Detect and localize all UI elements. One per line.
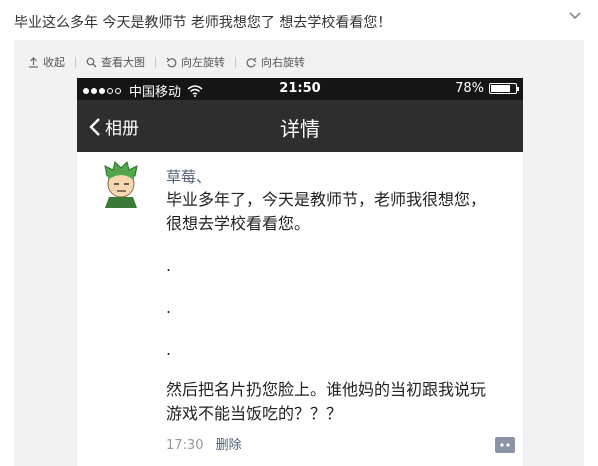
moment-text-line: . [166, 298, 172, 317]
page-title: 详情 [280, 117, 320, 141]
status-bar: 中国移动 21:50 78% [77, 78, 523, 100]
rotate-right-button[interactable]: 向右旋转 [246, 54, 305, 70]
rotate-left-icon [166, 57, 177, 67]
view-large-button[interactable]: 查看大图 [86, 54, 145, 70]
moment-text-line: 游戏不能当饭吃的？？？ [166, 404, 343, 423]
rotate-left-label: 向左旋转 [181, 56, 225, 69]
chevron-down-icon[interactable] [566, 6, 584, 24]
phone-screenshot: 中国移动 21:50 78% 相册 详情 草莓、 毕业多年了，今天是教师节，老师… [77, 78, 523, 466]
moment-text-line: 毕业多年了，今天是教师节，老师我很想您， [166, 190, 487, 209]
media-box: 收起 查看大图 向左旋转 向右旋转 中国移动 21:50 78% 相册 详情 草… [14, 40, 584, 466]
comment-icon[interactable] [495, 437, 515, 453]
moment-time: 17:30 [166, 438, 204, 453]
moment-text-line: 很想去学校看看您。 [166, 214, 311, 233]
battery-percent: 78% [455, 81, 484, 96]
delete-link[interactable]: 删除 [216, 438, 242, 453]
collapse-label: 收起 [43, 56, 65, 69]
rotate-right-label: 向右旋转 [261, 56, 305, 69]
collapse-button[interactable]: 收起 [28, 54, 65, 70]
magnifier-icon [86, 57, 97, 67]
toolbar-divider [75, 56, 76, 68]
moment-text-line: . [166, 340, 172, 359]
rotate-left-button[interactable]: 向左旋转 [166, 54, 225, 70]
nav-bar: 相册 详情 [77, 100, 523, 152]
moment-text-line: . [166, 256, 172, 275]
toolbar-divider [155, 56, 156, 68]
image-toolbar: 收起 查看大图 向左旋转 向右旋转 [28, 54, 305, 70]
status-right: 78% [455, 81, 519, 96]
rotate-right-icon [246, 57, 257, 67]
upload-arrow-icon [29, 56, 38, 68]
moment-meta: 17:30 删除 [166, 434, 242, 453]
toolbar-divider [235, 56, 236, 68]
username[interactable]: 草莓、 [166, 166, 211, 187]
view-large-label: 查看大图 [101, 56, 145, 69]
moment-text-line: 然后把名片扔您脸上。谁他妈的当初跟我说玩 [166, 380, 487, 399]
post-text: 毕业这么多年 今天是教师节 老师我想您了 想去学校看看您！ [14, 15, 392, 31]
battery-icon [489, 83, 519, 94]
avatar[interactable] [99, 160, 143, 208]
